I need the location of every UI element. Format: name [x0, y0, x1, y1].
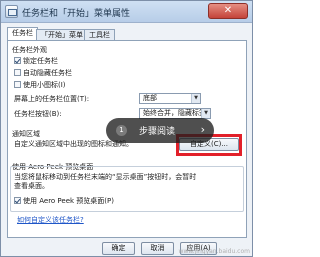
aero-peek-checkbox[interactable]: 使用 Aero Peek 预览桌面(P): [14, 196, 114, 206]
appearance-heading: 任务栏外观: [12, 46, 47, 54]
tab-taskbar[interactable]: 任务栏: [7, 27, 38, 41]
checkbox-unchecked-icon: [14, 81, 21, 88]
help-link[interactable]: 如何自定义该任务栏?: [17, 215, 84, 225]
checkbox-checked-icon: [14, 197, 21, 204]
small-icons-checkbox[interactable]: 使用小图标(I): [14, 80, 66, 90]
autohide-taskbar-label: 自动隐藏任务栏: [23, 69, 72, 77]
chevron-right-icon: ›: [200, 123, 205, 136]
aero-peek-description-line2: 查看桌面。: [14, 182, 49, 190]
buttons-select-value: 始终合并，隐藏标签: [143, 109, 206, 117]
position-select[interactable]: 底部 ▼: [139, 93, 201, 104]
step-reading-label: 步骤阅读: [139, 127, 176, 137]
title-bar[interactable]: 任务栏和「开始」菜单属性 ✕: [1, 1, 252, 23]
aero-peek-description-line1: 当您将鼠标移动到任务栏末端的“显示桌面”按钮时，会暂时: [14, 173, 197, 181]
chevron-down-icon: ▼: [191, 94, 200, 103]
checkbox-unchecked-icon: [14, 69, 21, 76]
watermark: www.jingyan.baidu.com: [178, 248, 250, 255]
aero-peek-checkbox-label: 使用 Aero Peek 预览桌面(P): [23, 197, 114, 205]
position-label: 屏幕上的任务栏位置(T):: [14, 95, 90, 103]
ok-button[interactable]: 确定: [102, 242, 135, 255]
close-button[interactable]: ✕: [208, 3, 248, 19]
cancel-button[interactable]: 取消: [141, 242, 174, 255]
small-icons-label: 使用小图标(I): [23, 81, 66, 89]
taskbar-properties-icon: [5, 5, 18, 18]
step-reading-overlay[interactable]: 1 步骤阅读 ›: [106, 118, 214, 143]
notification-heading: 通知区域: [12, 130, 40, 138]
lock-taskbar-label: 锁定任务栏: [23, 57, 58, 65]
buttons-label: 任务栏按钮(B):: [14, 110, 62, 118]
checkbox-checked-icon: [14, 57, 21, 64]
lock-taskbar-checkbox[interactable]: 锁定任务栏: [14, 56, 58, 66]
properties-window: 任务栏和「开始」菜单属性 ✕ 任务栏 「开始」菜单 工具栏 任务栏外观 锁定任务…: [0, 0, 253, 257]
window-title: 任务栏和「开始」菜单属性: [22, 9, 131, 19]
autohide-taskbar-checkbox[interactable]: 自动隐藏任务栏: [14, 68, 72, 78]
step-number-badge: 1: [116, 125, 127, 136]
position-select-value: 底部: [143, 94, 157, 102]
chevron-down-icon: ▼: [201, 109, 210, 118]
